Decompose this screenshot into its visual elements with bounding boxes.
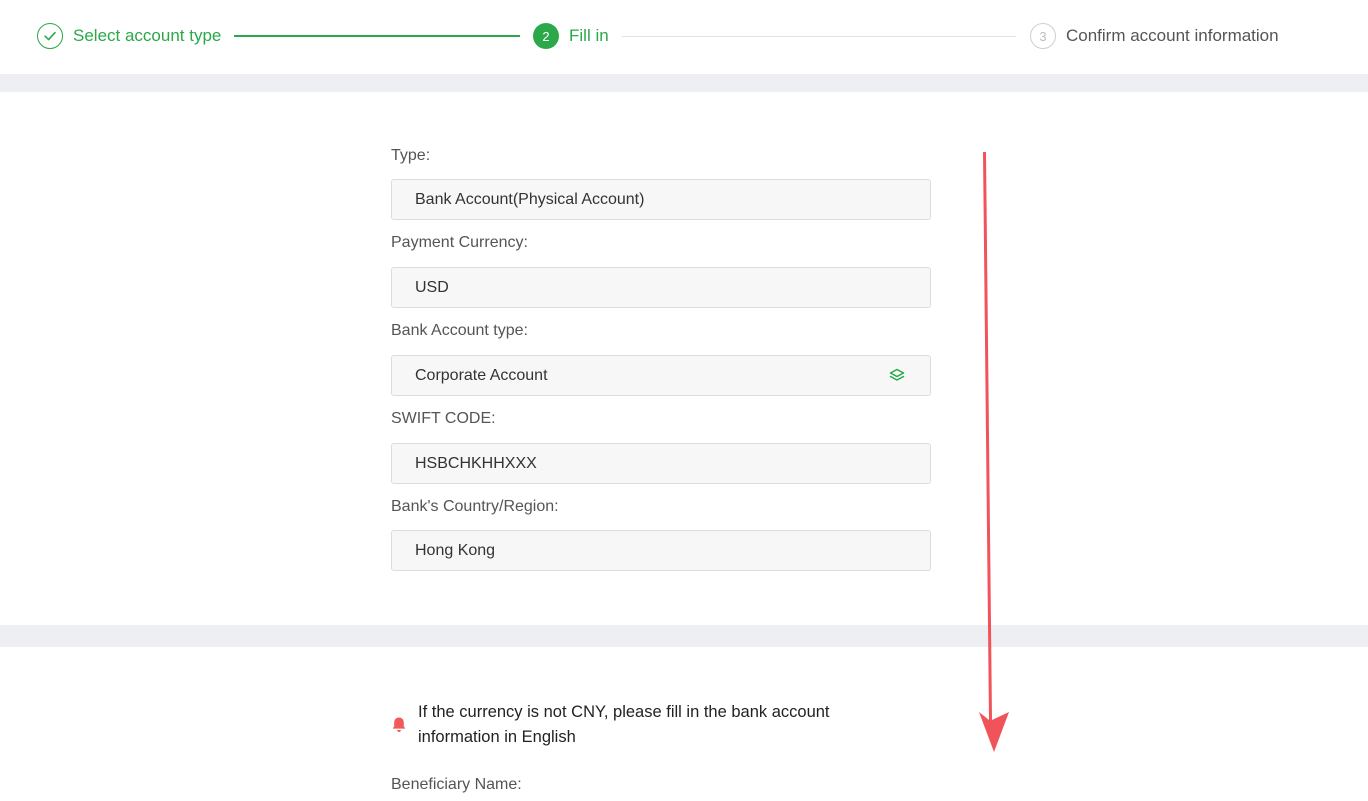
- check-icon: [37, 23, 63, 49]
- layers-icon[interactable]: [888, 367, 906, 385]
- type-label: Type:: [391, 147, 431, 164]
- type-value: Bank Account(Physical Account): [415, 190, 645, 208]
- swift-code-value: HSBCHKHHXXX: [415, 454, 537, 472]
- notice-text: If the currency is not CNY, please fill …: [418, 703, 830, 746]
- currency-notice: If the currency is not CNY, please fill …: [391, 700, 861, 750]
- step-number-badge: 3: [1030, 23, 1056, 49]
- bank-country-label: Bank's Country/Region:: [391, 498, 559, 515]
- bank-country-field[interactable]: Hong Kong: [391, 530, 931, 571]
- bank-account-type-value: Corporate Account: [415, 366, 548, 384]
- payment-currency-field[interactable]: USD: [391, 267, 931, 308]
- bank-account-type-label: Bank Account type:: [391, 322, 528, 339]
- payment-currency-value: USD: [415, 278, 449, 296]
- step-label: Confirm account information: [1066, 26, 1279, 45]
- bell-icon: [392, 717, 406, 732]
- bank-account-type-select[interactable]: Corporate Account: [391, 355, 931, 396]
- beneficiary-name-label: Beneficiary Name:: [391, 776, 522, 793]
- account-form: Type: Bank Account(Physical Account) Pay…: [391, 0, 931, 801]
- section-divider: [0, 625, 1368, 647]
- swift-code-field[interactable]: HSBCHKHHXXX: [391, 443, 931, 484]
- type-field[interactable]: Bank Account(Physical Account): [391, 179, 931, 220]
- step-select-account-type[interactable]: Select account type: [37, 23, 221, 49]
- step-label: Select account type: [73, 26, 222, 45]
- swift-code-label: SWIFT CODE:: [391, 410, 496, 427]
- payment-currency-label: Payment Currency:: [391, 234, 528, 251]
- step-confirm-account-information[interactable]: 3 Confirm account information: [1030, 23, 1279, 49]
- bank-country-value: Hong Kong: [415, 541, 496, 559]
